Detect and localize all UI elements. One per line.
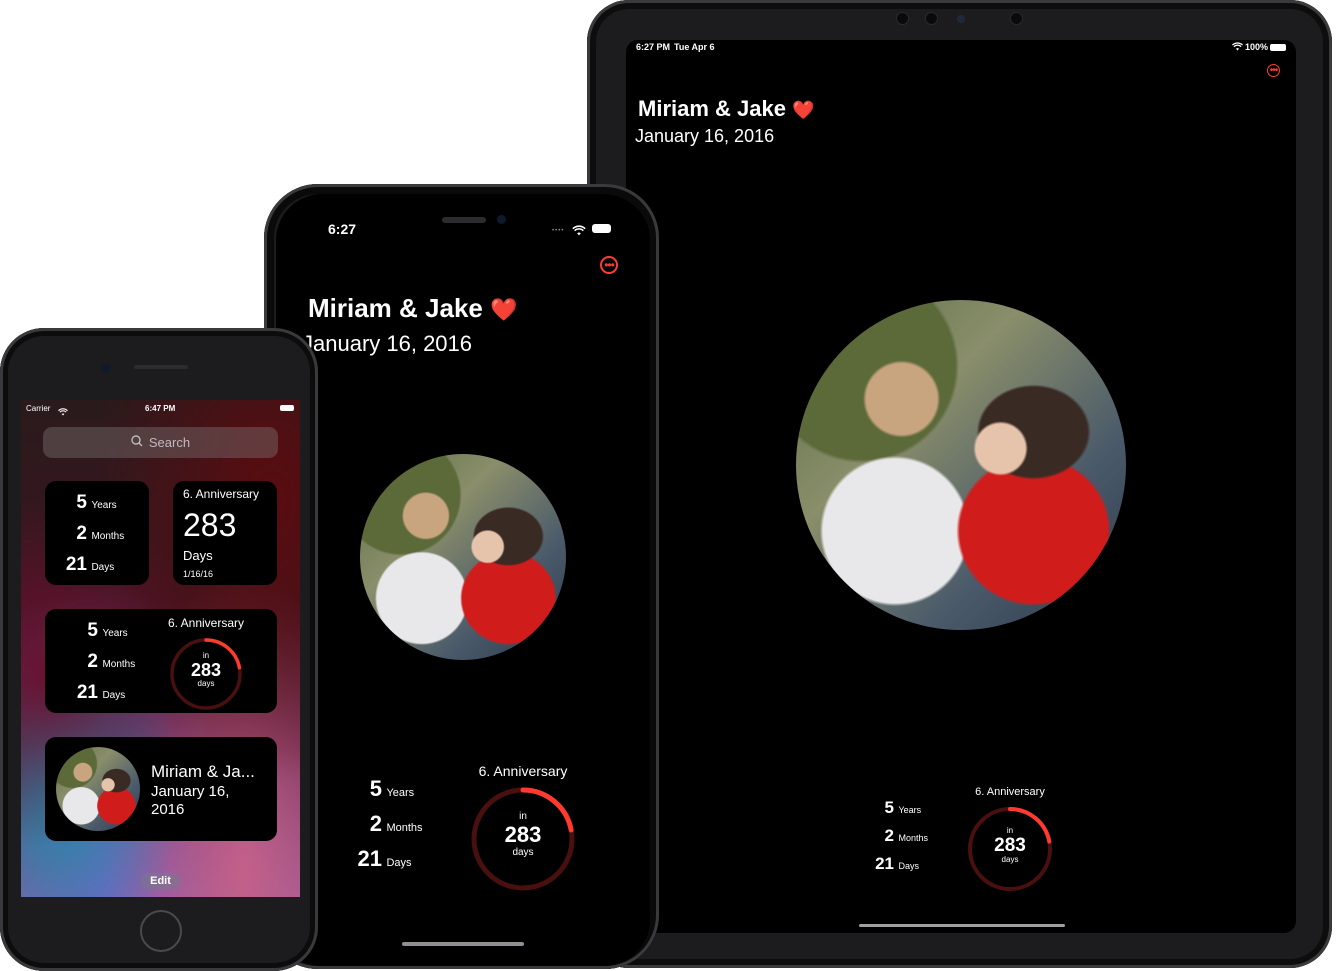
couple-title: Miriam & Jake ❤️ [308,293,518,324]
ipad-sensor [1011,13,1022,24]
search-icon [131,435,143,450]
heart-icon: ❤️ [490,297,518,322]
stats-block: 5 Years 2 Months 21 Days [334,776,444,881]
home-button[interactable] [140,910,182,952]
front-camera [497,215,506,224]
days-label: Days [91,562,115,573]
anniversary-label: 6. Anniversary [167,616,245,630]
couple-title-text: Miriam & Jake [308,293,483,323]
ipad-sensor [926,13,937,24]
days-label: Days [898,861,919,871]
home-indicator[interactable] [859,924,1065,927]
more-options-button[interactable]: ••• [1267,64,1280,77]
months-value: 2 [76,523,87,544]
months-value: 2 [884,826,894,845]
ring-days-value: 283 [190,660,222,680]
anniversary-date-short: 1/16/16 [183,569,214,579]
battery-icon [1270,44,1286,51]
widget-anniversary-small[interactable]: 6. Anniversary 283 Days 1/16/16 [173,481,277,585]
ring-in-label: in [519,811,527,822]
anniversary-days-label: Days [183,548,213,563]
ring-in-label: in [202,651,210,660]
speaker-grille [442,217,486,223]
couple-title-text: Miriam & Jake [638,96,786,121]
ring-center: in 283 days [169,652,243,688]
search-placeholder: Search [148,435,191,450]
months-label: Months [898,833,928,843]
widget-stats-medium[interactable]: 5 Years 2 Months 21 Days 6. Anniversary … [45,609,277,713]
widget-couple-title: Miriam & Ja... [151,762,255,781]
battery-icon [280,405,294,411]
ring-days-value: 283 [994,835,1026,856]
anniversary-label: 6. Anniversary [975,786,1045,798]
status-time: 6:47 PM [145,404,176,413]
front-camera [102,364,110,372]
couple-title: Miriam & Jake ❤️ [638,96,815,122]
couple-date: January 16, 2016 [302,331,473,356]
months-value: 2 [87,651,98,672]
years-value: 5 [76,492,87,513]
widget-date-line2: 2016 [151,801,185,818]
battery-percent: 100% [1245,42,1269,52]
ipad-screen: 6:27 PM Tue Apr 6 100% ••• Miriam & Jake… [626,40,1296,933]
years-label: Years [102,628,128,639]
battery-icon [592,224,611,233]
iphonese-screen: Carrier 6:47 PM Search 5 Years 2 Months … [21,400,300,897]
couple-photo [56,747,140,831]
wifi-icon [58,403,68,421]
signal-icon: •••• [552,228,565,234]
widget-photo-medium[interactable]: Miriam & Ja... January 16, 2016 [45,737,277,841]
carrier-label: Carrier [26,404,51,413]
ring-in-label: in [1006,826,1014,835]
status-time: 6:27 [328,221,357,237]
couple-date: January 16, 2016 [635,126,775,146]
months-label: Months [386,822,423,834]
status-time: 6:27 PM [636,42,671,52]
days-value: 21 [875,854,894,873]
status-date: Tue Apr 6 [674,42,715,52]
ring-center: in 283 days [469,812,577,858]
years-value: 5 [87,620,98,641]
years-label: Years [91,500,117,511]
home-indicator[interactable] [402,942,524,946]
couple-photo [360,454,566,660]
ring-days-label: days [512,847,534,858]
days-label: Days [102,690,126,701]
widget-stats-small[interactable]: 5 Years 2 Months 21 Days [45,481,149,585]
months-label: Months [91,531,125,542]
wifi-icon [1232,42,1243,53]
stats-block: 5 Years 2 Months 21 Days [852,798,932,882]
widget-date-line1: January 16, [151,783,230,800]
days-value: 21 [357,846,382,871]
ipad-camera [958,16,964,22]
ipad-sensor [897,13,908,24]
years-value: 5 [884,798,894,817]
days-label: Days [386,857,412,869]
speaker-grille [134,365,188,369]
years-value: 5 [369,776,382,801]
ring-days-label: days [1001,855,1019,864]
anniversary-label: 6. Anniversary [183,487,260,501]
more-options-button[interactable]: ••• [600,256,618,274]
years-label: Years [898,805,922,815]
ring-center: in 283 days [966,827,1054,864]
anniversary-label: 6. Anniversary [478,763,568,779]
years-label: Years [386,787,415,799]
iphone12-screen: 6:27 •••• ••• Miriam & Jake ❤️ January 1… [276,194,650,966]
months-value: 2 [369,811,382,836]
edit-button[interactable]: Edit [140,873,181,889]
search-input[interactable]: Search [43,427,278,458]
wifi-icon [572,223,586,241]
months-label: Months [102,659,136,670]
couple-photo [796,300,1126,630]
heart-icon: ❤️ [792,100,815,120]
ring-days-value: 283 [504,822,542,847]
ring-days-label: days [197,679,215,688]
days-value: 21 [65,554,87,575]
days-value: 21 [76,682,98,703]
anniversary-days-value: 283 [183,507,237,543]
